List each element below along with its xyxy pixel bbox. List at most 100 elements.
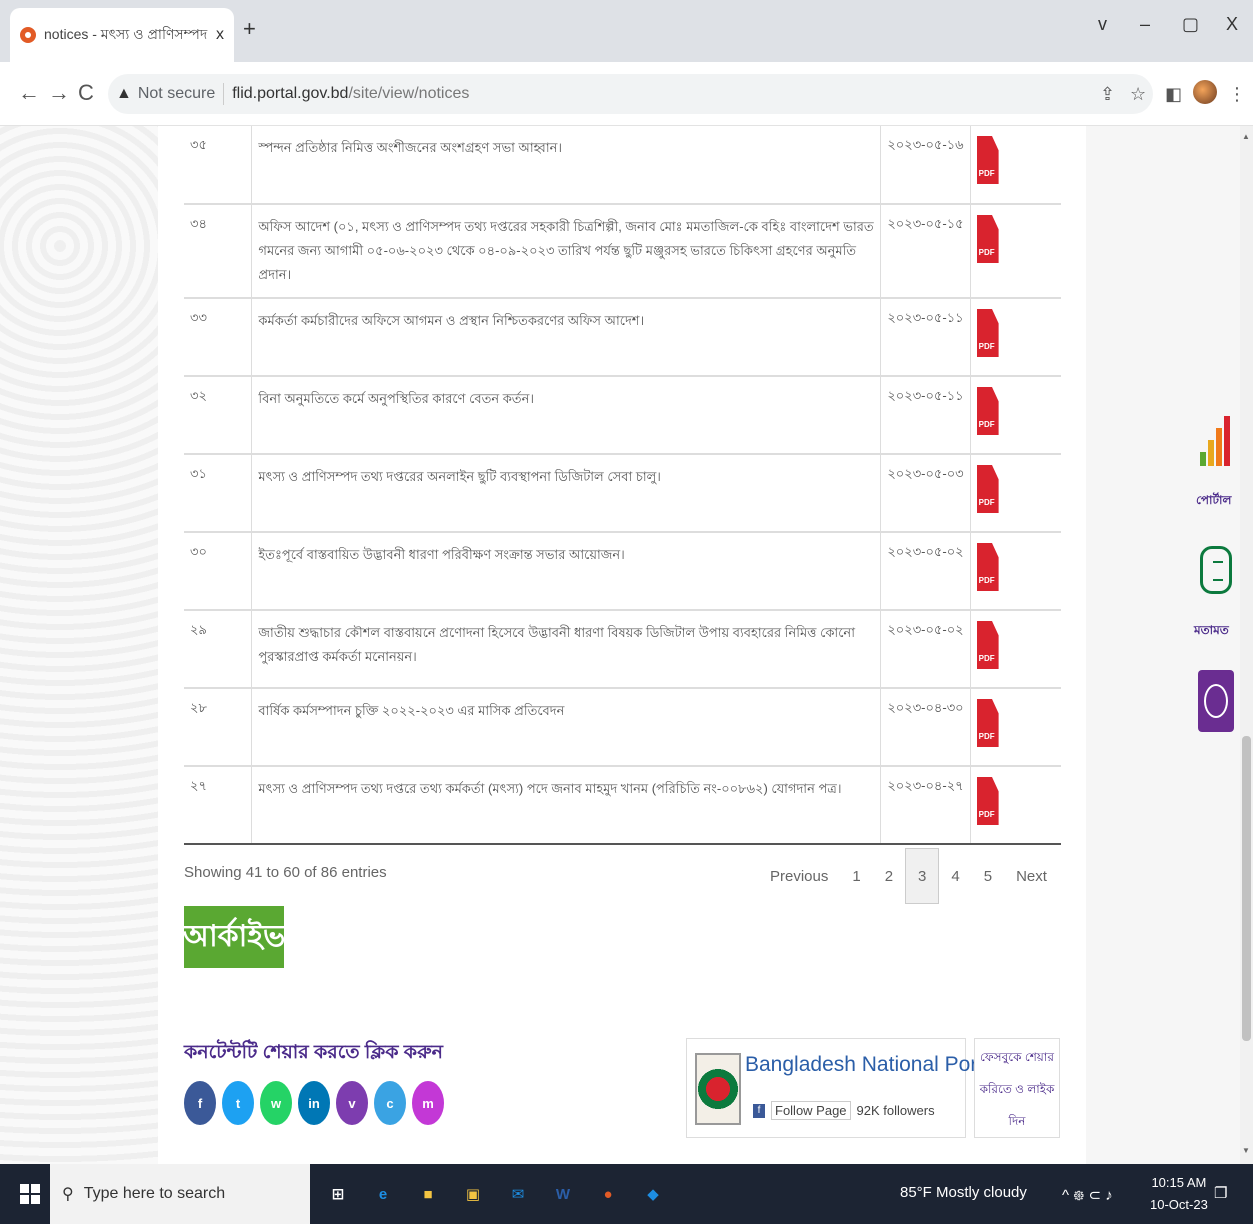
social-share-button[interactable]: f	[184, 1081, 216, 1125]
notice-number: ৩২	[184, 376, 253, 455]
scroll-up-arrow-icon[interactable]: ▲	[1242, 132, 1250, 141]
share-icon[interactable]: ⇪	[1100, 84, 1115, 105]
taskbar-app-icon[interactable]: W	[549, 1176, 577, 1212]
portal-name[interactable]: Bangladesh National Portal	[745, 1053, 1000, 1077]
forward-button[interactable]: →	[48, 80, 70, 106]
back-button[interactable]: ←	[18, 80, 40, 106]
notification-center-icon[interactable]: ❐	[1214, 1184, 1227, 1202]
pdf-download-icon[interactable]: PDF	[976, 309, 999, 357]
notice-title[interactable]: ইতঃপূর্বে বাস্তবায়িত উদ্ভাবনী ধারণা পরি…	[251, 532, 882, 611]
pdf-download-icon[interactable]: PDF	[976, 699, 999, 747]
notice-file-cell: PDF	[970, 532, 1061, 611]
facebook-like-box[interactable]: ফেসবুকে শেয়ার করিতে ও লাইক দিন	[974, 1038, 1060, 1138]
notice-title[interactable]: মৎস্য ও প্রাণিসম্পদ তথ্য দপ্তরে তথ্য কর্…	[251, 766, 882, 845]
follow-page-button[interactable]: Follow Page	[771, 1101, 851, 1120]
table-row: ৩১ মৎস্য ও প্রাণিসম্পদ তথ্য দপ্তরের অনলাই…	[184, 454, 1061, 533]
feedback-chat-icon[interactable]	[1200, 546, 1232, 594]
notice-file-cell: PDF	[970, 610, 1061, 689]
not-secure-label[interactable]: Not secure	[138, 85, 215, 103]
pdf-download-icon[interactable]: PDF	[976, 621, 999, 669]
restore-button[interactable]: ▢	[1182, 14, 1199, 35]
minimize-button[interactable]: –	[1140, 14, 1150, 35]
taskbar-app-icon[interactable]: ●	[594, 1176, 622, 1212]
pagination-page-5[interactable]: 5	[972, 868, 1004, 885]
notice-number: ৩৩	[184, 298, 253, 377]
notice-date: ২০২৩-০৪-২৭	[880, 766, 971, 845]
notice-title[interactable]: বার্ষিক কর্মসম্পাদন চুক্তি ২০২২-২০২৩ এর …	[251, 688, 882, 767]
clock-time: 10:15 AM	[1151, 1175, 1207, 1190]
table-row: ২৭ মৎস্য ও প্রাণিসম্পদ তথ্য দপ্তরে তথ্য ক…	[184, 766, 1061, 845]
social-share-button[interactable]: v	[336, 1081, 368, 1125]
pdf-download-icon[interactable]: PDF	[976, 215, 999, 263]
taskbar-app-icon[interactable]: e	[369, 1176, 397, 1212]
pdf-download-icon[interactable]: PDF	[976, 387, 999, 435]
notice-title[interactable]: মৎস্য ও প্রাণিসম্পদ তথ্য দপ্তরের অনলাইন …	[251, 454, 882, 533]
active-tab[interactable]: notices - মৎস্য ও প্রাণিসম্পদ তথ x	[10, 8, 234, 62]
pdf-download-icon[interactable]: PDF	[976, 465, 999, 513]
notice-number: ৩৫	[184, 126, 253, 205]
reload-button[interactable]: C	[78, 80, 94, 106]
pdf-download-icon[interactable]: PDF	[976, 543, 999, 591]
archive-button[interactable]: আর্কাইভ	[183, 906, 285, 968]
scrollbar-thumb[interactable]	[1242, 736, 1251, 1041]
tab-search-chevron-icon[interactable]: v	[1098, 14, 1107, 35]
share-heading: কনটেন্টটি শেয়ার করতে ক্লিক করুন	[184, 1042, 444, 1063]
pagination-page-2[interactable]: 2	[873, 868, 905, 885]
taskbar-app-icon[interactable]: ◆	[639, 1176, 667, 1212]
side-panel-icon[interactable]: ◧	[1165, 84, 1182, 105]
social-share-button[interactable]: w	[260, 1081, 292, 1125]
system-tray-icons[interactable]: ^ ᪥ ⊂ ♪	[1062, 1184, 1113, 1208]
feedback-widget-label[interactable]: মতামত	[1194, 622, 1229, 642]
notice-title[interactable]: জাতীয় শুদ্ধাচার কৌশল বাস্তবায়নে প্রণোদ…	[251, 610, 882, 689]
tab-close-icon[interactable]: x	[216, 26, 224, 44]
accessibility-icon[interactable]	[1198, 670, 1234, 732]
portal-widget-label[interactable]: পোর্টাল	[1196, 492, 1231, 512]
pagination-page-1[interactable]: 1	[840, 868, 872, 885]
table-row: ৩২ বিনা অনুমতিতে কর্মে অনুপস্থিতির কারণে …	[184, 376, 1061, 455]
not-secure-warning-icon[interactable]: ▲	[116, 85, 132, 103]
like-box-line: ফেসবুকে শেয়ার	[980, 1050, 1054, 1064]
social-share-button[interactable]: m	[412, 1081, 444, 1125]
taskbar-app-icon[interactable]: ■	[414, 1176, 442, 1212]
taskbar-app-icon[interactable]: ⊞	[324, 1176, 352, 1212]
pagination-page-3-current[interactable]: 3	[905, 848, 940, 904]
notice-file-cell: PDF	[970, 204, 1061, 299]
page-scrollbar[interactable]: ▲ ▼	[1240, 126, 1253, 1164]
taskbar-search-box[interactable]: ⚲ Type here to search	[50, 1164, 310, 1224]
notice-title[interactable]: স্পন্দন প্রতিষ্ঠার নিমিত্ত অংশীজনের অংশগ…	[251, 126, 882, 205]
windows-start-icon[interactable]	[20, 1184, 40, 1204]
weather-widget[interactable]: 85°F Mostly cloudy	[900, 1184, 1027, 1201]
notice-title[interactable]: অফিস আদেশ (০১, মৎস্য ও প্রাণিসম্পদ তথ্য …	[251, 204, 882, 299]
pagination: Previous 1 2 3 4 5 Next	[758, 848, 1059, 904]
pdf-download-icon[interactable]: PDF	[976, 136, 999, 184]
pagination-page-4[interactable]: 4	[939, 868, 971, 885]
pdf-download-icon[interactable]: PDF	[976, 777, 999, 825]
taskbar-app-icon[interactable]: ✉	[504, 1176, 532, 1212]
notice-file-cell: PDF	[970, 688, 1061, 767]
notice-title[interactable]: বিনা অনুমতিতে কর্মে অনুপস্থিতির কারণে বে…	[251, 376, 882, 455]
notice-title[interactable]: কর্মকর্তা কর্মচারীদের অফিসে আগমন ও প্রস্…	[251, 298, 882, 377]
tab-title: notices - মৎস্য ও প্রাণিসম্পদ তথ	[44, 26, 208, 42]
social-share-button[interactable]: t	[222, 1081, 254, 1125]
taskbar-app-icon[interactable]: ▣	[459, 1176, 487, 1212]
pagination-previous[interactable]: Previous	[758, 868, 840, 885]
clock-date: 10-Oct-23	[1150, 1197, 1208, 1212]
notice-file-cell: PDF	[970, 298, 1061, 377]
social-share-button[interactable]: in	[298, 1081, 330, 1125]
bookmark-star-icon[interactable]: ☆	[1130, 84, 1146, 105]
scroll-down-arrow-icon[interactable]: ▼	[1242, 1146, 1250, 1155]
facebook-follow: f Follow Page 92K followers	[753, 1101, 935, 1120]
bangladesh-emblem-icon	[695, 1053, 741, 1125]
close-window-button[interactable]: X	[1226, 14, 1238, 35]
profile-avatar[interactable]	[1193, 80, 1217, 104]
system-clock[interactable]: 10:15 AM 10-Oct-23	[1150, 1172, 1208, 1216]
pagination-next[interactable]: Next	[1004, 868, 1059, 885]
address-bar[interactable]: ▲ Not secure flid.portal.gov.bd /site/vi…	[108, 74, 1153, 114]
national-portal-widget[interactable]: Bangladesh National Portal f Follow Page…	[686, 1038, 1000, 1138]
site-favicon-icon	[20, 27, 36, 43]
like-box-line: দিন	[1008, 1114, 1026, 1128]
new-tab-button[interactable]: +	[243, 16, 256, 42]
browser-menu-icon[interactable]: ⋮	[1228, 84, 1246, 105]
portal-stats-chart-icon[interactable]	[1200, 416, 1234, 466]
social-share-button[interactable]: c	[374, 1081, 406, 1125]
